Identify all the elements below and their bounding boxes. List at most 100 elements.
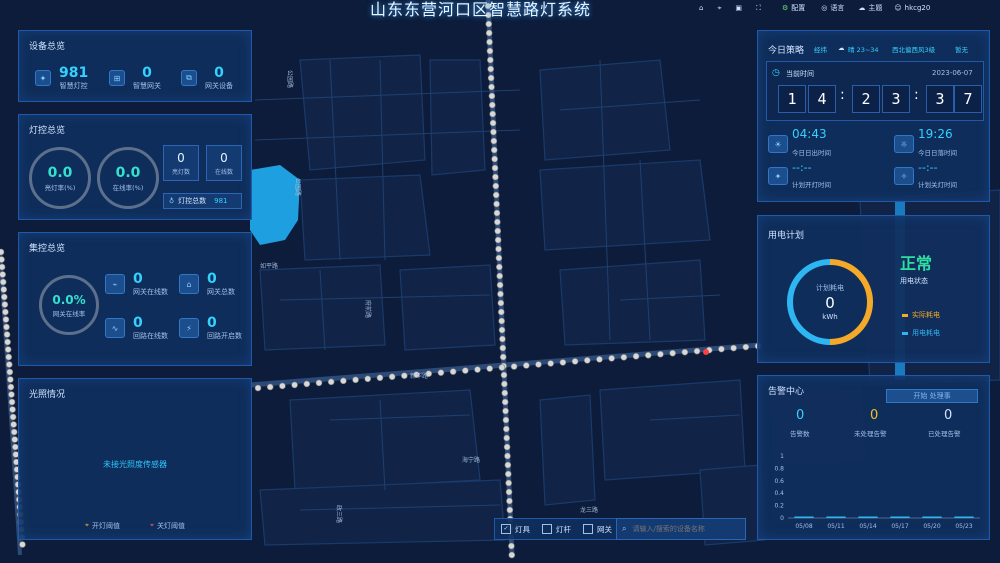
lamp-marker[interactable] <box>492 191 500 199</box>
lamp-marker[interactable] <box>681 348 689 356</box>
lamp-marker[interactable] <box>499 353 507 361</box>
lamp-marker[interactable] <box>388 373 396 381</box>
config-icon[interactable]: ⚙ <box>782 4 788 12</box>
lamp-marker[interactable] <box>491 155 498 163</box>
lamp-marker[interactable] <box>498 317 505 325</box>
lamp-marker[interactable] <box>505 479 512 487</box>
legend-off-threshold[interactable]: 关灯阈值 <box>157 521 185 531</box>
lamp-marker[interactable] <box>462 367 469 374</box>
legend-lamp[interactable]: 灯具 <box>515 524 530 535</box>
home-icon[interactable]: ⌂ <box>699 4 703 12</box>
lamp-marker[interactable] <box>693 347 701 355</box>
user-icon[interactable]: ☺ <box>894 4 901 12</box>
lamp-marker[interactable] <box>0 286 8 293</box>
lamp-marker[interactable] <box>489 110 496 118</box>
lamp-marker[interactable] <box>449 368 457 375</box>
lamp-marker[interactable] <box>505 488 513 496</box>
lamp-marker[interactable] <box>492 173 499 181</box>
lamp-marker[interactable] <box>496 263 503 271</box>
lamp-marker[interactable] <box>493 209 501 217</box>
lamp-marker[interactable] <box>508 551 516 559</box>
legend-gateway[interactable]: 网关 <box>597 524 612 535</box>
lamp-marker[interactable] <box>401 372 408 380</box>
lamp-marker[interactable] <box>474 366 481 373</box>
lamp-marker[interactable] <box>8 398 16 406</box>
lamp-marker[interactable] <box>503 425 510 433</box>
lamp-marker[interactable] <box>506 506 514 514</box>
lamp-marker[interactable] <box>0 248 5 256</box>
lamp-marker[interactable] <box>487 65 495 73</box>
legend-on-threshold[interactable]: 开灯阈值 <box>92 521 120 531</box>
lamp-marker[interactable] <box>1 301 9 308</box>
lamp-marker[interactable] <box>5 361 13 368</box>
lamp-marker[interactable] <box>486 38 493 46</box>
config-button[interactable]: 配置 <box>791 3 805 13</box>
lamp-marker[interactable] <box>510 363 518 370</box>
theme-button[interactable]: 主题 <box>868 3 882 13</box>
lamp-marker[interactable] <box>303 380 311 388</box>
lamp-marker[interactable] <box>497 308 505 316</box>
tab-latlng[interactable]: 经纬 <box>814 44 827 54</box>
lamp-marker[interactable] <box>11 436 19 443</box>
lamp-marker[interactable] <box>620 353 628 361</box>
lamp-marker[interactable] <box>486 47 494 55</box>
layers-icon[interactable]: ▣ <box>735 4 742 12</box>
lamp-marker[interactable] <box>503 434 511 442</box>
lamp-marker[interactable] <box>0 271 6 278</box>
location-icon[interactable]: ⌖ <box>717 4 721 13</box>
lamp-marker[interactable] <box>327 378 335 386</box>
lamp-marker[interactable] <box>1 293 8 301</box>
lamp-marker[interactable] <box>502 407 509 415</box>
lamp-marker[interactable] <box>501 380 508 388</box>
lamp-marker[interactable] <box>494 227 502 235</box>
lamp-marker[interactable] <box>4 346 12 353</box>
lamp-marker[interactable] <box>498 326 506 334</box>
lamp-marker[interactable] <box>497 290 504 298</box>
language-button[interactable]: 语言 <box>830 3 844 13</box>
lamp-marker[interactable] <box>504 452 511 460</box>
lamp-marker[interactable] <box>488 101 496 109</box>
pole-checkbox[interactable] <box>542 524 552 534</box>
lamp-marker[interactable] <box>500 371 508 379</box>
lamp-marker[interactable] <box>488 83 495 91</box>
lamp-marker[interactable] <box>522 362 530 369</box>
lamp-marker[interactable] <box>376 374 384 382</box>
lamp-marker[interactable] <box>504 470 512 478</box>
gateway-checkbox[interactable] <box>583 524 593 534</box>
legend-pole[interactable]: 灯杆 <box>556 524 571 535</box>
lamp-marker[interactable] <box>6 368 14 376</box>
lamp-marker[interactable] <box>0 278 7 286</box>
lamp-marker[interactable] <box>499 344 507 352</box>
lamp-marker[interactable] <box>8 391 15 398</box>
lamp-marker[interactable] <box>5 353 12 361</box>
lamp-marker[interactable] <box>485 20 493 28</box>
lamp-marker[interactable] <box>254 384 262 392</box>
lamp-marker[interactable] <box>496 281 504 289</box>
lamp-marker[interactable] <box>3 323 10 331</box>
lamp-marker[interactable] <box>490 137 498 145</box>
fullscreen-icon[interactable]: ⛶ <box>756 4 761 13</box>
lamp-marker[interactable] <box>485 29 493 37</box>
lamp-marker[interactable] <box>291 381 298 389</box>
lamp-marker[interactable] <box>364 375 372 383</box>
globe-icon[interactable]: ◎ <box>821 4 827 12</box>
lamp-marker[interactable] <box>486 365 494 372</box>
lamp-marker[interactable] <box>489 119 497 127</box>
lamp-marker[interactable] <box>501 389 509 397</box>
lamp-marker[interactable] <box>9 413 17 421</box>
tab-none[interactable]: 暂无 <box>955 44 968 54</box>
lamp-marker[interactable] <box>583 357 591 364</box>
lamp-marker[interactable] <box>535 361 542 368</box>
lamp-marker[interactable] <box>669 349 676 357</box>
lamp-marker[interactable] <box>10 421 17 428</box>
lamp-marker[interactable] <box>488 92 496 100</box>
lamp-marker[interactable] <box>632 352 640 360</box>
lamp-marker[interactable] <box>315 379 323 387</box>
lamp-marker[interactable] <box>571 358 579 365</box>
lamp-marker[interactable] <box>497 299 505 307</box>
lamp-marker[interactable] <box>437 369 445 376</box>
lamp-marker[interactable] <box>495 254 503 262</box>
lamp-marker[interactable] <box>0 263 6 271</box>
lamp-marker[interactable] <box>487 74 495 82</box>
theme-icon[interactable]: ☁ <box>858 4 865 12</box>
